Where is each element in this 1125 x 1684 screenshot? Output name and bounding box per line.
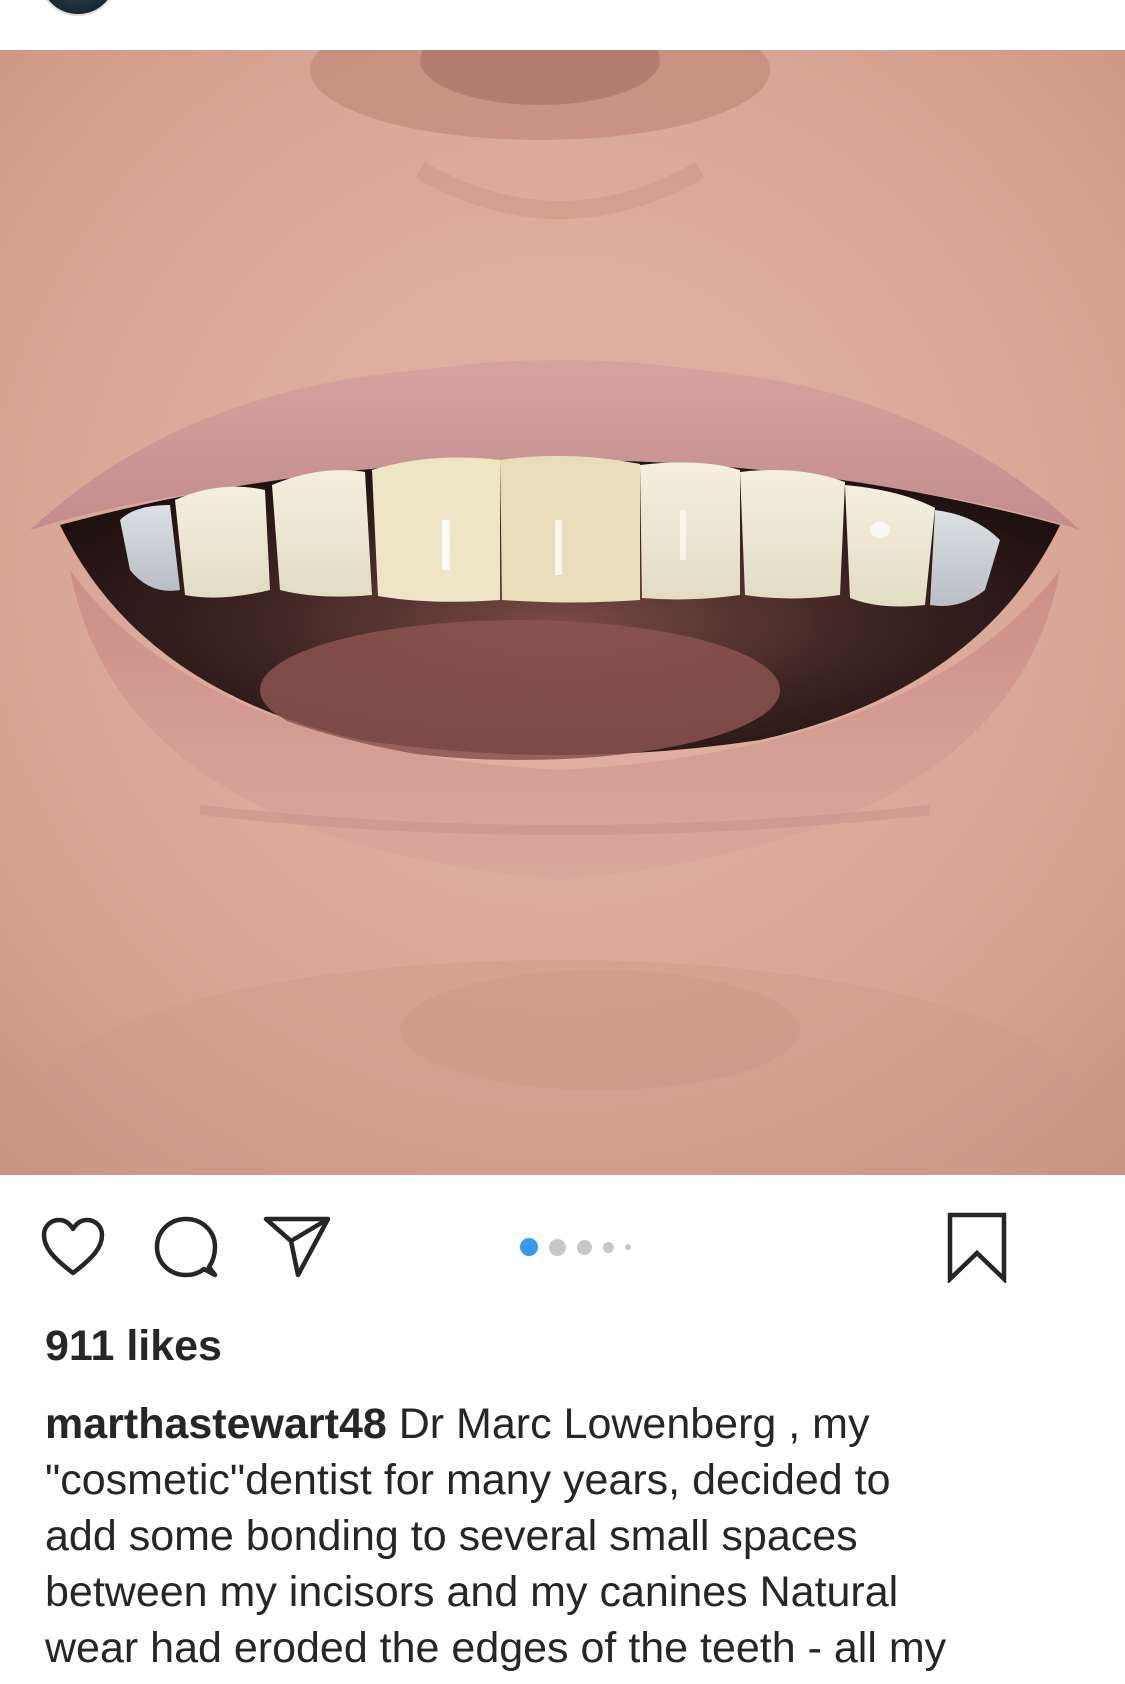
post-caption: marthastewart48 Dr Marc Lowenberg , my "… <box>45 1396 1095 1676</box>
caption-text: Dr Marc Lowenberg , my <box>398 1400 870 1448</box>
carousel-dot <box>603 1241 614 1253</box>
bookmark-icon[interactable] <box>946 1211 1008 1283</box>
mouth-closeup-photo <box>0 50 1125 1175</box>
caption-line: marthastewart48 Dr Marc Lowenberg , my <box>45 1396 1095 1452</box>
carousel-dot <box>577 1239 592 1255</box>
carousel-dot <box>625 1244 631 1250</box>
caption-line: between my incisors and my canines Natur… <box>45 1568 899 1616</box>
caption-line: "cosmetic"dentist for many years, decide… <box>45 1456 891 1504</box>
post-photo[interactable] <box>0 50 1125 1175</box>
carousel-dot <box>520 1238 538 1256</box>
carousel-indicator <box>520 1232 631 1262</box>
caption-username[interactable]: marthastewart48 <box>45 1400 387 1448</box>
paper-plane-icon[interactable] <box>262 1213 332 1279</box>
carousel-dot <box>549 1238 566 1256</box>
avatar[interactable] <box>38 0 118 16</box>
comment-bubble-icon[interactable] <box>153 1215 219 1279</box>
likes-count[interactable]: 911 likes <box>45 1322 222 1371</box>
caption-line: wear had eroded the edges of the teeth -… <box>45 1624 947 1672</box>
post-header <box>0 0 1125 50</box>
caption-line: add some bonding to several small spaces <box>45 1512 858 1560</box>
heart-icon[interactable] <box>40 1217 106 1277</box>
